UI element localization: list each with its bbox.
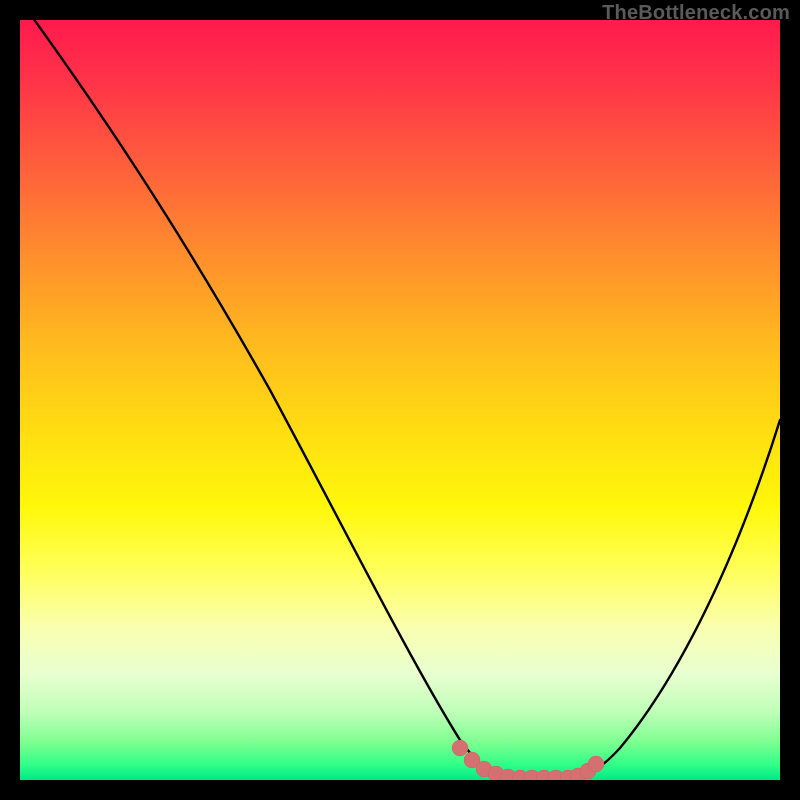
curve-layer: [20, 20, 780, 780]
valley-dots: [452, 740, 604, 780]
chart-frame: TheBottleneck.com: [0, 0, 800, 800]
watermark-text: TheBottleneck.com: [602, 2, 790, 25]
bottleneck-curve: [20, 20, 780, 778]
plot-area: [20, 20, 780, 780]
